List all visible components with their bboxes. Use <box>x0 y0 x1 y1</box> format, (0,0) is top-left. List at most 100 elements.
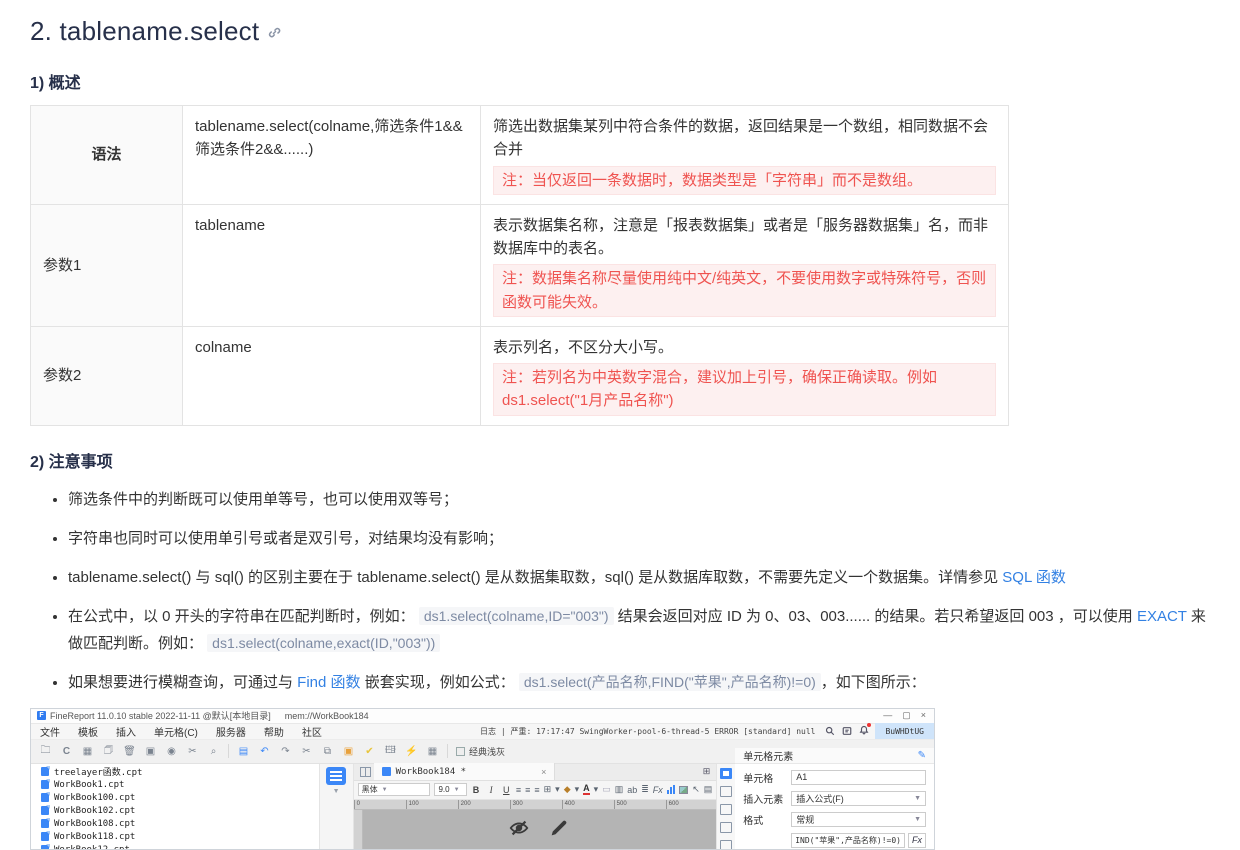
menu-help[interactable]: 帮助 <box>255 724 293 739</box>
tree-item[interactable]: WorkBook12.cpt <box>41 844 319 849</box>
exact-function-link[interactable]: EXACT <box>1137 608 1187 625</box>
italic-button[interactable]: I <box>486 785 497 795</box>
tree-item[interactable]: WorkBook108.cpt <box>41 818 319 830</box>
rename-icon[interactable]: 🗇 <box>102 745 115 758</box>
find-function-link[interactable]: Find 函数 <box>297 674 360 691</box>
cell-ref-input[interactable]: A1 <box>791 769 926 785</box>
menu-community[interactable]: 社区 <box>293 724 331 739</box>
tree-item[interactable]: WorkBook1.cpt <box>41 779 319 791</box>
template-panel-icon[interactable] <box>326 766 347 785</box>
menu-server[interactable]: 服务器 <box>207 724 255 739</box>
widget-settings-tab-icon[interactable] <box>720 821 733 833</box>
row-value: tablename <box>182 203 481 327</box>
format-painter-icon[interactable]: ✔ <box>363 745 376 758</box>
fill-caret-icon[interactable]: ▾ <box>575 784 580 795</box>
tab-close-icon[interactable]: × <box>541 767 546 777</box>
plugin-icon[interactable]: ⚡ <box>405 745 418 758</box>
row-height-icon[interactable]: ≣ <box>641 784 649 795</box>
formula-input[interactable]: IND("苹果",产品名称)!=0) <box>791 832 905 848</box>
locate-icon[interactable]: ◉ <box>165 745 178 758</box>
align-right-icon[interactable]: ≡ <box>534 785 539 795</box>
row-note: 注：当仅返回一条数据时，数据类型是「字符串」而不是数组。 <box>493 165 996 195</box>
condition-tab-icon[interactable] <box>720 839 733 849</box>
fill-color-icon[interactable]: ◆ <box>564 784 571 795</box>
format-select[interactable]: 常规 ▼ <box>791 811 926 827</box>
menu-template[interactable]: 模板 <box>69 724 107 739</box>
redo-icon[interactable]: ↷ <box>279 745 292 758</box>
minimize-button[interactable]: — <box>883 710 892 721</box>
paste-icon[interactable]: ▣ <box>342 745 355 758</box>
report-canvas[interactable] <box>362 809 717 849</box>
pencil-icon[interactable] <box>548 817 570 844</box>
account-badge[interactable]: BuWHDtUG <box>875 723 934 739</box>
font-family-select[interactable]: 黑体 ▼ <box>357 783 431 796</box>
doc-page: 2. tablename.select 1) 概述 语法 tablename.s… <box>0 0 1240 850</box>
cut-icon[interactable]: ✂ <box>300 745 313 758</box>
list-item: 筛选条件中的判断既可以使用单等号，也可以使用双等号； <box>68 486 1210 513</box>
anchor-link-icon[interactable] <box>267 16 282 47</box>
close-button[interactable]: × <box>921 710 926 721</box>
save-icon[interactable]: ▤ <box>237 745 250 758</box>
font-size-select[interactable]: 9.0 ▼ <box>434 783 467 796</box>
underline-button[interactable]: U <box>501 785 512 795</box>
menu-insert[interactable]: 插入 <box>107 724 145 739</box>
split-view-icon[interactable] <box>359 766 371 777</box>
feedback-icon[interactable] <box>842 726 852 736</box>
vertical-ruler <box>353 809 363 849</box>
cut-icon[interactable]: ✂ <box>186 745 199 758</box>
float-element-tab-icon[interactable] <box>720 803 733 815</box>
bold-button[interactable]: B <box>471 785 482 795</box>
menu-cell[interactable]: 单元格(C) <box>145 724 207 739</box>
formula-fx-button[interactable]: Fx <box>908 832 926 848</box>
insert-element-select[interactable]: 插入公式(F) ▼ <box>791 790 926 806</box>
pointer-icon[interactable]: ↖ <box>692 784 700 795</box>
menu-file[interactable]: 文件 <box>31 724 69 739</box>
tree-item[interactable]: WorkBook118.cpt <box>41 831 319 843</box>
fr-body: treelayer函数.cpt WorkBook1.cpt WorkBook10… <box>31 747 934 849</box>
copy-icon[interactable]: ⧉ <box>321 745 334 758</box>
border-caret-icon[interactable]: ▾ <box>555 784 560 795</box>
merge-cells-icon[interactable]: ▭ <box>602 784 611 795</box>
refresh-icon[interactable]: C <box>60 745 73 758</box>
image-icon[interactable] <box>678 785 689 794</box>
eye-slash-icon[interactable] <box>508 817 530 844</box>
new-tab-icon[interactable]: ⊞ <box>703 766 711 777</box>
notification-bell-icon[interactable] <box>859 722 872 738</box>
font-color-icon[interactable]: A <box>583 784 590 795</box>
code-snippet: ds1.select(产品名称,FIND("苹果",产品名称)!=0) <box>518 672 821 691</box>
theme-selector[interactable]: 经典浅灰 <box>448 745 513 758</box>
theme-name: 经典浅灰 <box>469 746 506 757</box>
copy-doc-icon[interactable]: ▣ <box>144 745 157 758</box>
chart-icon[interactable] <box>666 785 675 794</box>
font-color-caret-icon[interactable]: ▾ <box>594 784 599 795</box>
formula-icon[interactable]: Fx <box>653 785 663 795</box>
border-icon[interactable]: ⊞ <box>544 784 552 795</box>
cpt-file-icon <box>41 779 50 789</box>
section-notes-heading: 2) 注意事项 <box>30 453 113 471</box>
preview-icon[interactable]: 🖽 <box>384 745 397 758</box>
align-center-icon[interactable]: ≡ <box>525 785 530 795</box>
tree-item[interactable]: WorkBook100.cpt <box>41 792 319 804</box>
search-tree-icon[interactable]: ⌕ <box>207 745 220 758</box>
table-icon[interactable]: ▦ <box>81 745 94 758</box>
sql-function-link[interactable]: SQL 函数 <box>1002 569 1066 586</box>
maximize-button[interactable]: ▢ <box>902 710 911 721</box>
undo-icon[interactable]: ↶ <box>258 745 271 758</box>
align-left-icon[interactable]: ≡ <box>516 785 521 795</box>
delete-icon[interactable]: 🗑 <box>123 745 136 758</box>
list-icon[interactable]: ▤ <box>704 784 713 795</box>
new-folder-icon[interactable]: 🗀 <box>39 745 52 758</box>
grid-icon[interactable]: ▦ <box>426 745 439 758</box>
format-text-icon[interactable]: ab <box>627 785 637 795</box>
fr-window-subtitle: mem://WorkBook184 <box>284 710 369 721</box>
search-icon[interactable] <box>825 726 835 736</box>
fr-window-controls: — ▢ × <box>883 710 930 721</box>
cell-attributes-tab-icon[interactable] <box>720 785 733 797</box>
chevron-down-icon[interactable]: ▼ <box>333 788 340 795</box>
tree-item[interactable]: WorkBook102.cpt <box>41 805 319 817</box>
cell-element-tab-icon[interactable] <box>720 767 733 779</box>
tree-item[interactable]: treelayer函数.cpt <box>41 766 319 778</box>
unmerge-cells-icon[interactable]: ▥ <box>615 784 624 795</box>
edit-pencil-icon[interactable]: ✎ <box>918 750 926 761</box>
tab-workbook184[interactable]: WorkBook184 * × <box>373 763 556 780</box>
